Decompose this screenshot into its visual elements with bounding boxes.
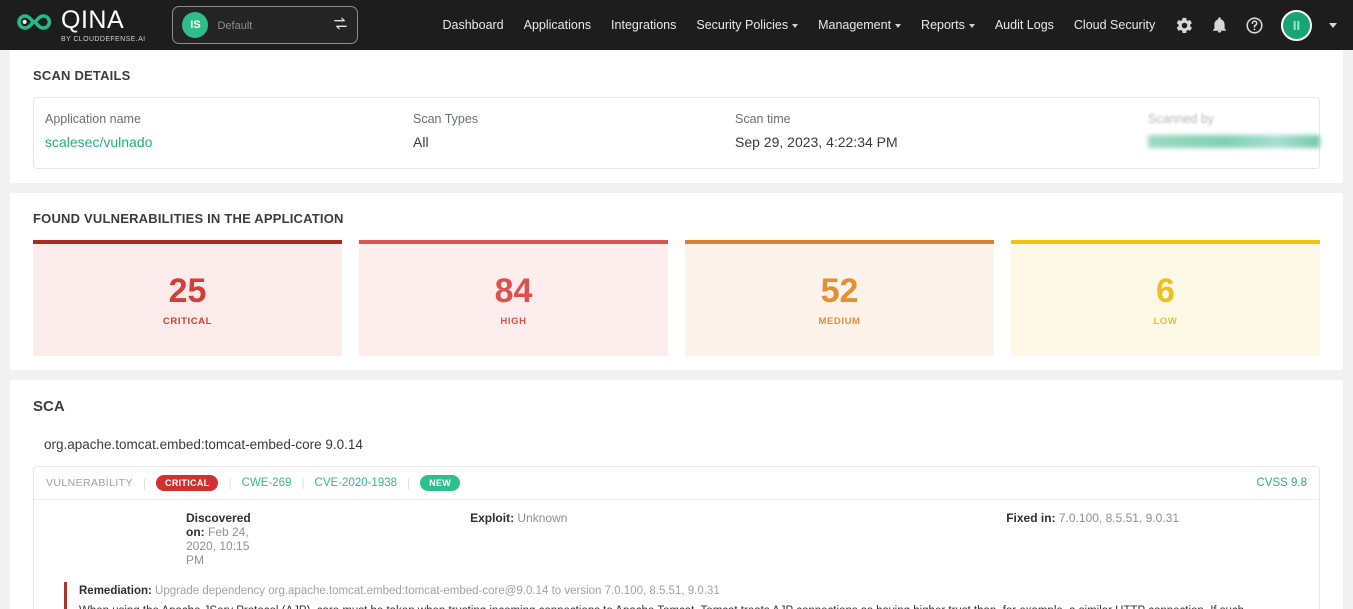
cvss-score: CVSS 9.8 [1257, 477, 1308, 489]
logo-wordmark: QINA [61, 8, 146, 33]
main-nav: Dashboard Applications Integrations Secu… [442, 18, 1155, 32]
nav-item-security-policies[interactable]: Security Policies [696, 18, 798, 32]
exploit-label: Exploit: [470, 511, 514, 525]
column-header-scanned-by: Scanned by [1148, 112, 1308, 126]
cwe-link[interactable]: CWE-269 [242, 477, 292, 489]
vulnerability-header: VULNERABILITY | CRITICAL | CWE-269 | CVE… [34, 467, 1319, 500]
severity-count: 52 [821, 274, 859, 308]
logo-tagline: BY CLOUDDEFENSE.AI [61, 36, 146, 43]
severity-count: 25 [169, 274, 207, 308]
bell-icon[interactable] [1211, 16, 1228, 35]
severity-card-medium[interactable]: 52 MEDIUM [685, 240, 994, 356]
discovered-on: Discovered on: Feb 24, 2020, 10:15 PM [186, 511, 251, 567]
nav-item-integrations[interactable]: Integrations [611, 18, 676, 32]
severity-label: HIGH [500, 316, 526, 327]
vulnerability-meta-row: Discovered on: Feb 24, 2020, 10:15 PM Ex… [34, 500, 1319, 576]
vulnerability-type-label: VULNERABILITY [46, 477, 133, 489]
top-navigation-bar: QINA BY CLOUDDEFENSE.AI IS Default Dashb… [0, 0, 1353, 50]
nav-item-management[interactable]: Management [818, 18, 901, 32]
vulnerability-description: When using the Apache JServ Protocol (AJ… [79, 603, 1307, 609]
fixed-in: Fixed in: 7.0.100, 8.5.51, 9.0.31 [1006, 511, 1179, 567]
org-avatar: IS [182, 12, 208, 38]
found-vulnerabilities-card: FOUND VULNERABILITIES IN THE APPLICATION… [10, 193, 1343, 370]
severity-label: LOW [1154, 316, 1178, 327]
found-vulnerabilities-title: FOUND VULNERABILITIES IN THE APPLICATION [22, 211, 1331, 226]
status-badge: NEW [420, 475, 460, 491]
divider: | [301, 476, 304, 490]
org-subtitle: Default [217, 20, 324, 33]
divider: | [143, 476, 146, 490]
nav-label: Management [818, 18, 891, 32]
scanned-by-value-redacted [1148, 135, 1320, 148]
scan-types-value: All [413, 134, 429, 150]
divider: | [228, 476, 231, 490]
nav-label: Dashboard [442, 18, 503, 32]
severity-card-critical[interactable]: 25 CRITICAL [33, 240, 342, 356]
remediation-value: Upgrade dependency org.apache.tomcat.emb… [155, 585, 720, 597]
nav-label: Integrations [611, 18, 676, 32]
remediation-block: Remediation: Upgrade dependency org.apac… [64, 582, 1307, 609]
nav-item-cloud-security[interactable]: Cloud Security [1074, 18, 1155, 32]
scan-details-card: SCAN DETAILS Application name Scan Types… [10, 50, 1343, 183]
scan-time-value: Sep 29, 2023, 4:22:34 PM [735, 134, 898, 150]
table-row: scalesec/vulnado All Sep 29, 2023, 4:22:… [34, 130, 1319, 168]
divider: | [407, 476, 410, 490]
severity-label: CRITICAL [163, 316, 212, 327]
app-logo[interactable]: QINA BY CLOUDDEFENSE.AI [14, 8, 146, 43]
help-circle-icon[interactable] [1245, 16, 1264, 35]
chevron-down-icon [792, 24, 798, 28]
severity-cards: 25 CRITICAL 84 HIGH 52 MEDIUM 6 LOW [22, 240, 1331, 356]
org-switcher[interactable]: IS Default [172, 6, 358, 44]
sca-card: SCA org.apache.tomcat.embed:tomcat-embed… [10, 380, 1343, 609]
header-actions: II [1175, 10, 1339, 41]
scan-details-table: Application name Scan Types Scan time Sc… [33, 97, 1320, 169]
severity-count: 84 [495, 274, 533, 308]
application-name-link[interactable]: scalesec/vulnado [45, 134, 152, 150]
swap-horizontal-icon[interactable] [333, 16, 348, 35]
exploit: Exploit: Unknown [470, 511, 567, 567]
sca-package-name: org.apache.tomcat.embed:tomcat-embed-cor… [33, 437, 1331, 452]
nav-label: Reports [921, 18, 965, 32]
column-header-application-name: Application name [45, 112, 413, 126]
nav-label: Audit Logs [995, 18, 1054, 32]
infinity-logo-icon [14, 11, 54, 38]
fixed-in-label: Fixed in: [1006, 511, 1055, 525]
nav-label: Security Policies [696, 18, 788, 32]
sca-title: SCA [22, 398, 1331, 415]
table-header-row: Application name Scan Types Scan time Sc… [34, 98, 1319, 130]
org-texts: Default [217, 18, 324, 33]
chevron-down-icon [895, 24, 901, 28]
nav-item-applications[interactable]: Applications [524, 18, 591, 32]
fixed-in-value: 7.0.100, 8.5.51, 9.0.31 [1059, 511, 1179, 525]
column-header-scan-types: Scan Types [413, 112, 735, 126]
scan-details-title: SCAN DETAILS [22, 68, 1331, 83]
user-avatar[interactable]: II [1281, 10, 1312, 41]
remediation-line: Remediation: Upgrade dependency org.apac… [79, 585, 1307, 597]
severity-count: 6 [1156, 274, 1175, 308]
nav-item-dashboard[interactable]: Dashboard [442, 18, 503, 32]
exploit-value: Unknown [517, 511, 567, 525]
nav-item-audit-logs[interactable]: Audit Logs [995, 18, 1054, 32]
gear-icon[interactable] [1175, 16, 1194, 35]
cve-link[interactable]: CVE-2020-1938 [315, 477, 397, 489]
severity-card-high[interactable]: 84 HIGH [359, 240, 668, 356]
vulnerability-item: VULNERABILITY | CRITICAL | CWE-269 | CVE… [33, 466, 1320, 609]
remediation-label: Remediation: [79, 585, 152, 597]
chevron-down-icon [969, 24, 975, 28]
severity-card-low[interactable]: 6 LOW [1011, 240, 1320, 356]
nav-label: Cloud Security [1074, 18, 1155, 32]
nav-item-reports[interactable]: Reports [921, 18, 975, 32]
chevron-down-icon[interactable] [1329, 23, 1337, 28]
severity-label: MEDIUM [818, 316, 860, 327]
nav-label: Applications [524, 18, 591, 32]
column-header-scan-time: Scan time [735, 112, 1148, 126]
severity-badge: CRITICAL [156, 475, 218, 491]
